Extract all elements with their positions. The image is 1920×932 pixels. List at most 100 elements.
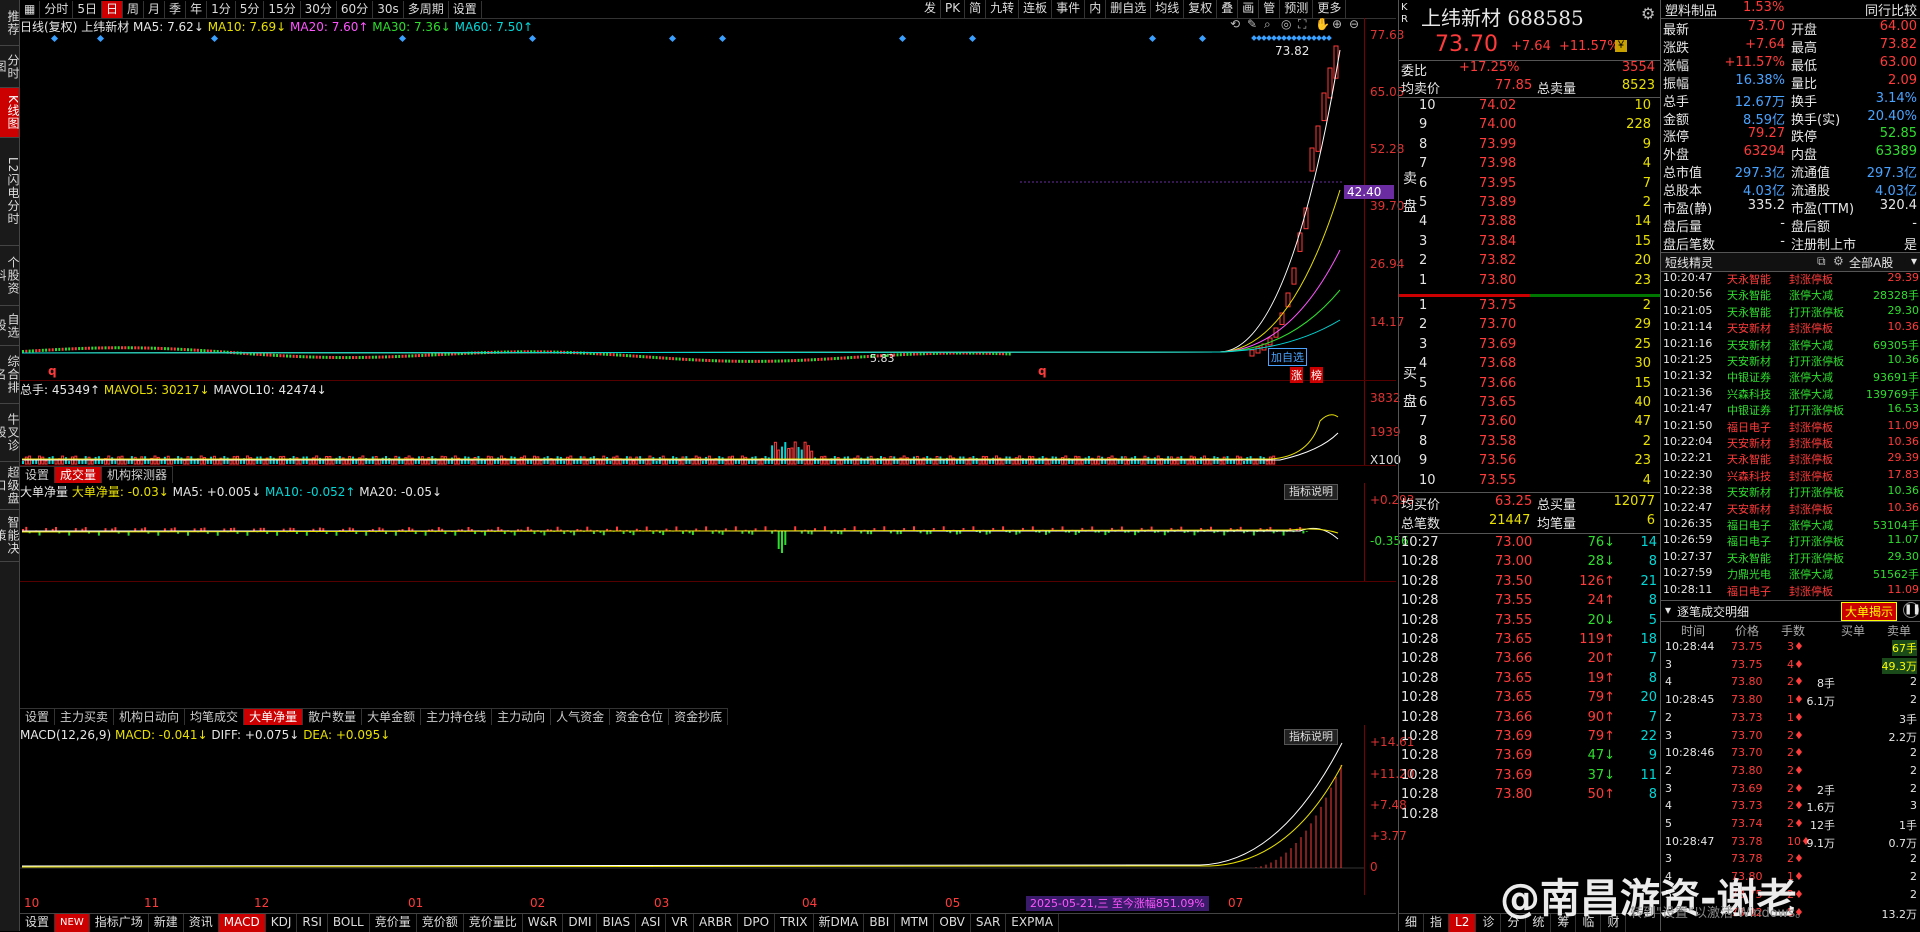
event-row[interactable]: 10:22:38天安新材打开涨停板10.36 [1661, 484, 1920, 500]
event-diamond[interactable] [969, 35, 976, 42]
settings-icon[interactable]: ⚙ [1833, 254, 1844, 268]
kline-chart[interactable]: ⟲✎⌕◎⛶✋⊕⊖ [20, 18, 1364, 380]
tab[interactable]: 资金抄底 [669, 708, 728, 725]
period-button[interactable]: 月 [144, 1, 165, 18]
tab[interactable]: MACD [219, 914, 266, 932]
event-diamond[interactable] [1286, 35, 1292, 41]
tool-button[interactable]: PK [941, 0, 965, 18]
order-level[interactable]: 573.6615 [1419, 376, 1661, 395]
order-level[interactable]: 974.00228 [1419, 117, 1661, 136]
tab[interactable]: 竞价额 [417, 914, 464, 932]
chart-tool-icon[interactable]: ⊕ [1332, 18, 1342, 31]
macd-chart[interactable] [20, 725, 1364, 895]
tab[interactable]: DPO [738, 914, 775, 932]
tab[interactable]: 机构探测器 [102, 466, 173, 483]
tool-button[interactable]: 事件 [1052, 0, 1085, 18]
event-diamond[interactable] [1321, 35, 1327, 41]
order-level[interactable]: 873.999 [1419, 137, 1661, 156]
tab[interactable]: 大单净量 [244, 708, 303, 725]
event-diamond[interactable] [1326, 35, 1332, 41]
order-level[interactable]: 673.957 [1419, 176, 1661, 195]
big-order-pane[interactable]: 大单净量 大单净量: -0.03↓ MA5: +0.005↓ MA10: -0.… [20, 483, 1396, 582]
chart-tool-icon[interactable]: ✋ [1315, 18, 1330, 31]
event-diamond[interactable] [1266, 35, 1272, 41]
tab[interactable]: 竞价量 [370, 914, 417, 932]
tool-button[interactable]: 九转 [986, 0, 1019, 18]
tab[interactable]: DMI [563, 914, 597, 932]
event-row[interactable]: 10:20:56天永智能涨停大减28328手 [1661, 287, 1920, 303]
event-diamond[interactable] [1271, 35, 1277, 41]
tab[interactable]: 指标广场 [90, 914, 149, 932]
sidebar-item[interactable]: K线图 [0, 88, 19, 138]
tool-button[interactable]: 均线 [1151, 0, 1184, 18]
tab[interactable]: 设置 [20, 466, 55, 483]
event-diamond[interactable] [1256, 35, 1262, 41]
event-row[interactable]: 10:21:25天安新材打开涨停板10.36 [1661, 353, 1920, 369]
tab[interactable]: 主力持仓线 [421, 708, 492, 725]
tab[interactable]: 资金仓位 [610, 708, 669, 725]
tool-button[interactable]: 管 [1259, 0, 1280, 18]
chart-tool-icon[interactable]: ⊖ [1349, 18, 1359, 31]
event-diamond[interactable] [1296, 35, 1302, 41]
event-diamond[interactable] [529, 35, 536, 42]
period-button[interactable]: 15分 [264, 1, 300, 18]
order-level[interactable]: 773.6047 [1419, 414, 1661, 433]
volume-chart[interactable] [20, 381, 1364, 465]
order-level[interactable]: 173.752 [1419, 298, 1661, 317]
order-level[interactable]: 1073.554 [1419, 473, 1661, 492]
sidebar-item[interactable]: 综合排名 [0, 346, 19, 404]
order-level[interactable]: 173.8023 [1419, 273, 1661, 292]
tab[interactable]: 均笔成交 [185, 708, 244, 725]
grid-icon[interactable]: ▦ [20, 1, 40, 18]
chart-tool-icon[interactable]: ⟲ [1230, 18, 1240, 31]
tool-button[interactable]: 发 [920, 0, 941, 18]
chart-tool-icon[interactable]: ✎ [1247, 18, 1257, 31]
order-level[interactable]: 273.8220 [1419, 253, 1661, 272]
event-row[interactable]: 10:21:36兴森科技涨停大减139769手 [1661, 386, 1920, 402]
tool-button[interactable]: 复权 [1184, 0, 1217, 18]
tab[interactable]: 主力买卖 [55, 708, 114, 725]
order-level[interactable]: 473.6830 [1419, 356, 1661, 375]
period-button[interactable]: 1分 [207, 1, 236, 18]
period-button[interactable]: 分时 [40, 1, 73, 18]
period-button[interactable]: 30s [373, 1, 404, 18]
tab[interactable]: VR [666, 914, 694, 932]
tab[interactable]: 新DMA [814, 914, 865, 932]
event-diamond[interactable] [1301, 35, 1307, 41]
period-button[interactable]: 多周期 [404, 1, 449, 18]
event-diamond[interactable] [669, 35, 676, 42]
collapse-icon[interactable]: ▾ [1665, 603, 1671, 617]
chart-tool-icon[interactable]: ⌕ [1264, 18, 1271, 31]
tab[interactable]: TRIX [775, 914, 813, 932]
event-row[interactable]: 10:27:37天永智能打开涨停板29.30 [1661, 550, 1920, 566]
tab[interactable]: ARBR [694, 914, 738, 932]
sidebar-item[interactable]: 自选股 [0, 306, 19, 346]
tab[interactable]: 成交量 [55, 466, 102, 483]
sidebar-item[interactable]: 超级盘口 [0, 462, 19, 510]
tab[interactable]: 大单金额 [362, 708, 421, 725]
sidebar-item[interactable]: 分时图 [0, 46, 19, 88]
popout-icon[interactable]: ⧉ [1817, 254, 1826, 269]
event-row[interactable]: 10:21:50福日电子封涨停板11.09 [1661, 419, 1920, 435]
order-level[interactable]: 373.8415 [1419, 234, 1661, 253]
period-button[interactable]: 30分 [301, 1, 337, 18]
period-button[interactable]: 60分 [337, 1, 373, 18]
quote-tab[interactable]: 指 [1424, 914, 1449, 932]
tab[interactable]: BIAS [597, 914, 636, 932]
order-level[interactable]: 973.5623 [1419, 453, 1661, 472]
tab[interactable]: 设置 [20, 914, 55, 932]
event-diamond[interactable] [1306, 35, 1312, 41]
event-row[interactable]: 10:22:04天安新材封涨停板10.36 [1661, 435, 1920, 451]
order-level[interactable]: 573.892 [1419, 195, 1661, 214]
order-level[interactable]: 1074.0210 [1419, 98, 1661, 117]
tool-button[interactable]: 内 [1085, 0, 1106, 18]
tab[interactable]: KDJ [266, 914, 298, 932]
order-level[interactable]: 273.7029 [1419, 317, 1661, 336]
sidebar-item[interactable]: 智能决策 [0, 510, 19, 562]
quote-tab[interactable]: 细 [1399, 914, 1424, 932]
tab[interactable]: 人气资金 [551, 708, 610, 725]
quote-tab[interactable]: L2 [1449, 914, 1476, 932]
event-row[interactable]: 10:26:35福日电子涨停大减53104手 [1661, 517, 1920, 533]
sidebar-item[interactable]: L2闪电分时 [0, 138, 19, 246]
tab[interactable]: W&R [523, 914, 564, 932]
